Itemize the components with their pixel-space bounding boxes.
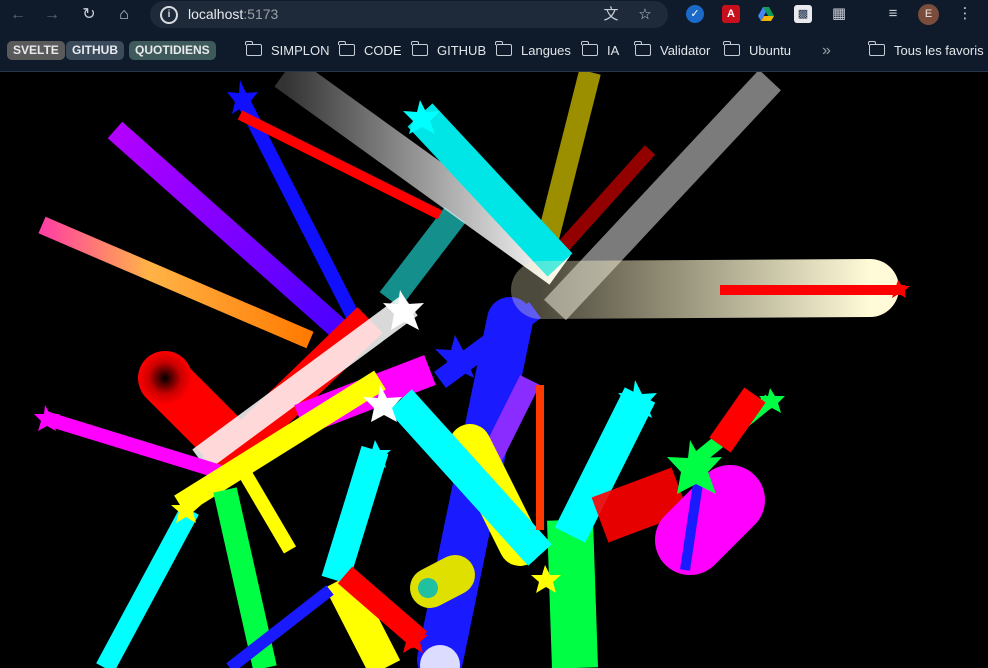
folder-icon [723, 41, 740, 56]
back-arrow-icon[interactable]: ← [6, 3, 30, 27]
bookmark-folder-ia[interactable]: IA [581, 41, 619, 60]
puzzle-icon[interactable]: ▦ [830, 5, 848, 23]
bookmarks-bar: SVELTE GITHUB QUOTIDIENS SIMPLON CODE GI… [0, 30, 988, 72]
bookmark-folder-simplon[interactable]: SIMPLON [245, 41, 330, 60]
folder-icon [245, 41, 262, 56]
stroke-red-topright [709, 387, 766, 453]
red-ball [138, 351, 192, 405]
bookmark-folder-github[interactable]: GITHUB [411, 41, 486, 60]
bookmark-folder-langues[interactable]: Langues [495, 41, 571, 60]
folder-icon [581, 41, 598, 56]
forward-arrow-icon[interactable]: → [40, 3, 64, 27]
reading-list-icon[interactable]: ≡ [884, 5, 902, 23]
bookmark-folder-code[interactable]: CODE [338, 41, 402, 60]
reload-icon[interactable]: ↻ [77, 3, 101, 27]
folder-icon [495, 41, 512, 56]
bookmarks-overflow-chevron-icon[interactable]: » [822, 42, 831, 60]
stroke-teal [379, 207, 466, 308]
site-info-icon[interactable]: i [160, 6, 178, 24]
animation-canvas[interactable] [0, 72, 988, 668]
folder-icon [634, 41, 651, 56]
url-host: localhost [188, 6, 244, 22]
extension-check-icon[interactable]: ✓ [686, 5, 704, 23]
stroke-orange-pink [38, 216, 314, 349]
extension-pdf-icon[interactable]: A [722, 5, 740, 23]
translate-icon[interactable]: 文 [602, 6, 620, 24]
bookmark-quotidiens[interactable]: QUOTIDIENS [129, 41, 216, 60]
bookmark-folder-validator[interactable]: Validator [634, 41, 710, 60]
profile-avatar[interactable]: E [918, 4, 939, 25]
address-bar[interactable]: i localhost:5173 文 ☆ [150, 1, 668, 28]
stroke-green-center [547, 519, 598, 668]
bookmark-github-pill[interactable]: GITHUB [66, 41, 124, 60]
stroke-cyan-left [96, 505, 199, 668]
bookmark-folder-ubuntu[interactable]: Ubuntu [723, 41, 791, 60]
extension-box-icon[interactable]: ▩ [794, 5, 812, 23]
stroke-cyan-vertical [321, 445, 389, 585]
folder-icon [868, 41, 885, 56]
url-port: :5173 [243, 6, 279, 22]
folder-icon [338, 41, 355, 56]
animation-svg [34, 72, 910, 668]
extension-drive-icon[interactable] [757, 5, 775, 23]
folder-icon [411, 41, 428, 56]
bookmark-svelte[interactable]: SVELTE [7, 41, 65, 60]
star-icon[interactable]: ☆ [636, 6, 654, 24]
teal-dot [418, 578, 438, 598]
browser-toolbar: ← → ↻ ⌂ i localhost:5173 文 ☆ ✓ A ▩ ▦ ≡ E… [0, 0, 988, 30]
kebab-menu-icon[interactable]: ⋮ [956, 5, 974, 23]
bookmark-folder-all[interactable]: Tous les favoris [868, 41, 984, 60]
home-icon[interactable]: ⌂ [112, 3, 136, 27]
url-text[interactable]: localhost:5173 [188, 6, 278, 22]
